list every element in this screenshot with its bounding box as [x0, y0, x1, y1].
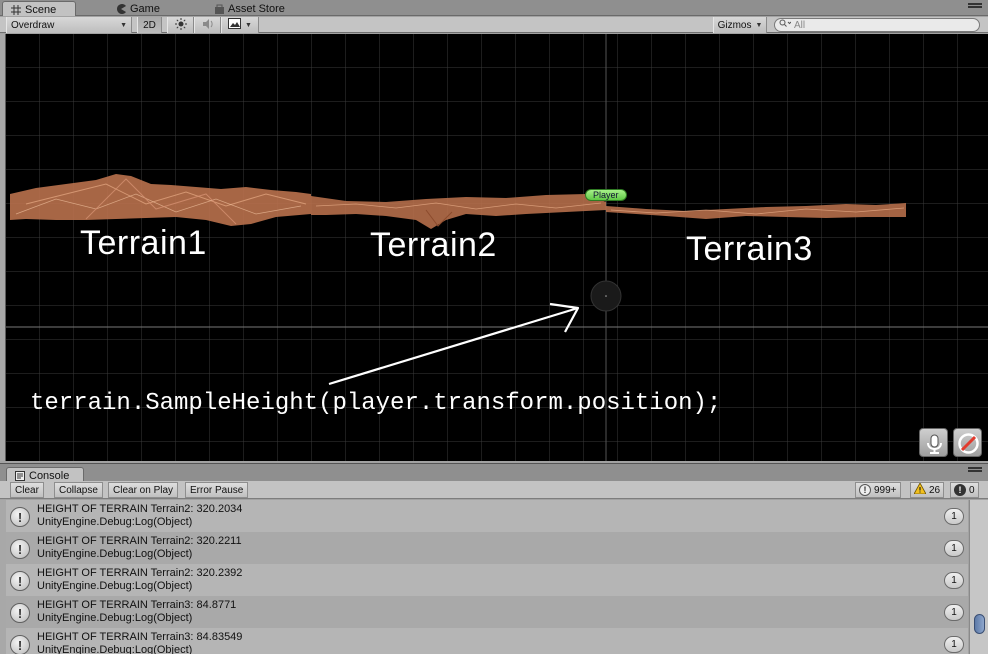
audio-toggle[interactable]	[194, 17, 221, 33]
error-count: 0	[969, 484, 975, 496]
log-message: HEIGHT OF TERRAIN Terrain2: 320.2034	[37, 503, 243, 515]
tab-game-label: Game	[130, 3, 160, 15]
scene-view[interactable]: Terrain1 Terrain2 Terrain3 Player terrai…	[6, 34, 988, 461]
error-count-toggle[interactable]: ! 0	[950, 482, 979, 498]
audio-disabled-button[interactable]	[953, 428, 982, 457]
search-placeholder: All	[794, 19, 806, 31]
terrain-label-1: Terrain1	[80, 224, 207, 262]
console-toolbar: Clear Collapse Clear on Play Error Pause…	[0, 481, 988, 499]
image-icon	[228, 18, 242, 32]
chevron-down-icon: ▼	[245, 21, 252, 29]
log-stack: UnityEngine.Debug:Log(Object)	[37, 612, 193, 624]
info-icon: !	[10, 507, 30, 527]
sun-icon	[174, 17, 187, 33]
tab-console[interactable]: Console	[6, 467, 84, 482]
search-icon	[779, 19, 792, 31]
panel-menu-icon[interactable]	[968, 2, 982, 14]
terrain-label-2: Terrain2	[370, 226, 497, 264]
tab-console-label: Console	[29, 469, 70, 482]
tab-game[interactable]: Game	[108, 1, 168, 16]
pacman-icon	[116, 4, 126, 14]
microphone-button[interactable]	[919, 428, 948, 457]
gizmos-dropdown[interactable]: Gizmos ▼	[713, 17, 767, 33]
warning-icon	[913, 482, 927, 497]
console-scrollbar-thumb[interactable]	[974, 614, 985, 634]
console-tab-bar: Console	[0, 463, 988, 482]
warning-count-toggle[interactable]: 26	[910, 482, 945, 498]
chevron-down-icon: ▼	[120, 21, 127, 29]
chevron-down-icon: ▼	[755, 21, 763, 29]
toggle-2d-label: 2D	[143, 19, 156, 31]
scene-tab-bar: Scene Game Asset Store	[0, 0, 988, 16]
audio-disabled-icon	[958, 433, 979, 454]
effects-dropdown[interactable]: ▼	[221, 17, 259, 33]
console-log-list[interactable]: ! HEIGHT OF TERRAIN Terrain2: 320.2034 U…	[6, 500, 968, 654]
console-scrollbar[interactable]	[969, 500, 988, 654]
console-menu-icon[interactable]	[968, 466, 982, 478]
log-message: HEIGHT OF TERRAIN Terrain2: 320.2211	[37, 535, 242, 547]
lighting-toggle[interactable]	[167, 17, 194, 33]
clear-on-play-button[interactable]: Clear on Play	[108, 482, 179, 498]
log-stack: UnityEngine.Debug:Log(Object)	[37, 644, 193, 654]
clear-button[interactable]: Clear	[10, 482, 44, 498]
gizmos-label: Gizmos	[717, 19, 752, 31]
tab-asset-store[interactable]: Asset Store	[206, 1, 293, 16]
render-mode-label: Overdraw	[11, 19, 55, 31]
bag-icon	[214, 4, 224, 14]
info-icon: !	[859, 484, 871, 496]
log-stack: UnityEngine.Debug:Log(Object)	[37, 548, 193, 560]
code-annotation: terrain.SampleHeight(player.transform.po…	[30, 390, 722, 417]
scene-search-input[interactable]: All	[774, 18, 980, 32]
log-entry[interactable]: ! HEIGHT OF TERRAIN Terrain2: 320.2392 U…	[6, 564, 968, 596]
microphone-icon	[927, 434, 942, 454]
grid-icon	[11, 4, 21, 15]
log-message: HEIGHT OF TERRAIN Terrain2: 320.2392	[37, 567, 243, 579]
log-count-badge: 1	[944, 572, 964, 589]
log-count-badge: 1	[944, 636, 964, 653]
log-stack: UnityEngine.Debug:Log(Object)	[37, 516, 193, 528]
log-count-badge: 1	[944, 508, 964, 525]
log-message: HEIGHT OF TERRAIN Terrain3: 84.8771	[37, 599, 237, 611]
log-stack: UnityEngine.Debug:Log(Object)	[37, 580, 193, 592]
info-icon: !	[10, 635, 30, 654]
log-count-badge: 1	[944, 540, 964, 557]
info-count-toggle[interactable]: ! 999+	[855, 482, 901, 498]
render-mode-dropdown[interactable]: Overdraw ▼	[6, 17, 132, 33]
log-entry[interactable]: ! HEIGHT OF TERRAIN Terrain2: 320.2211 U…	[6, 532, 968, 564]
log-entry[interactable]: ! HEIGHT OF TERRAIN Terrain3: 84.83549 U…	[6, 628, 968, 654]
info-icon: !	[10, 603, 30, 623]
speaker-icon	[202, 18, 214, 33]
collapse-button[interactable]: Collapse	[54, 482, 103, 498]
error-icon: !	[954, 484, 966, 496]
info-count: 999+	[874, 484, 897, 496]
tab-scene-label: Scene	[25, 3, 57, 16]
toggle-2d-button[interactable]: 2D	[137, 17, 162, 33]
log-count-badge: 1	[944, 604, 964, 621]
error-pause-button[interactable]: Error Pause	[185, 482, 249, 498]
player-label[interactable]: Player	[585, 189, 627, 201]
tab-scene[interactable]: Scene	[2, 1, 76, 16]
log-entry[interactable]: ! HEIGHT OF TERRAIN Terrain2: 320.2034 U…	[6, 500, 968, 532]
log-message: HEIGHT OF TERRAIN Terrain3: 84.83549	[37, 631, 243, 643]
info-icon: !	[10, 571, 30, 591]
console-icon	[15, 470, 25, 481]
tab-asset-store-label: Asset Store	[228, 3, 285, 15]
scene-toolbar: Overdraw ▼ 2D ▼ Gizmos ▼ All	[0, 17, 988, 33]
info-icon: !	[10, 539, 30, 559]
terrain-label-3: Terrain3	[686, 230, 813, 268]
warning-count: 26	[929, 484, 941, 496]
log-entry[interactable]: ! HEIGHT OF TERRAIN Terrain3: 84.8771 Un…	[6, 596, 968, 628]
